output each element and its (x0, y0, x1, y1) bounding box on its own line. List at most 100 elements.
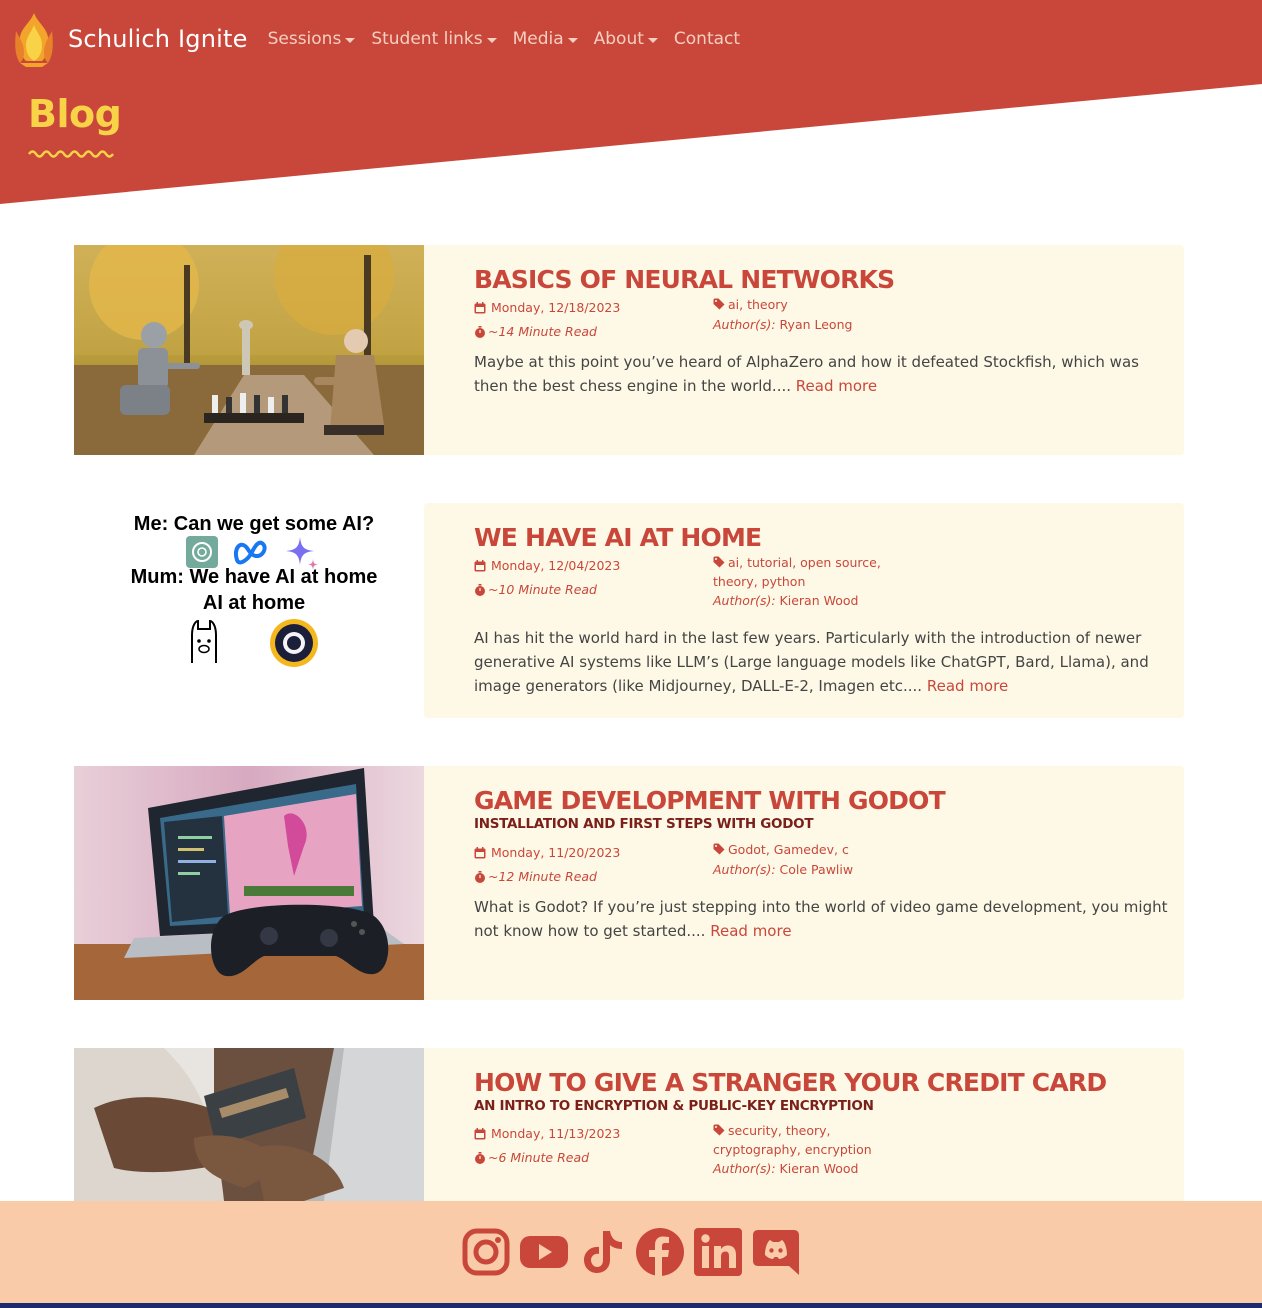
post-tags: Godot, Gamedev, c (713, 840, 913, 859)
post-content: Basics of Neural Networks Monday, 12/18/… (424, 245, 1184, 455)
post-date: Monday, 12/04/2023 (474, 558, 620, 573)
post-read-time: ~14 Minute Read (474, 324, 597, 339)
blog-post-card[interactable]: How to give a stranger your credit card … (74, 1048, 1184, 1201)
post-thumbnail[interactable] (74, 1048, 424, 1201)
post-tags-text[interactable]: Godot, Gamedev, c (728, 842, 849, 857)
post-author: Author(s): Ryan Leong (713, 317, 852, 332)
blog-post-card[interactable]: Basics of Neural Networks Monday, 12/18/… (74, 245, 1184, 455)
post-content: We have AI at home Monday, 12/04/2023 ~1… (424, 503, 1184, 718)
post-excerpt: What is Godot? If you’re just stepping i… (474, 895, 1174, 943)
read-more-link[interactable]: Read more (927, 677, 1008, 695)
blog-post-card[interactable]: Game Development with Godot Installation… (74, 766, 1184, 1000)
post-content: Game Development with Godot Installation… (424, 766, 1184, 1000)
post-excerpt-text: AI has hit the world hard in the last fe… (474, 629, 1149, 695)
nav-student-links-label: Student links (371, 29, 483, 49)
tag-icon (713, 843, 725, 855)
brand-name: Schulich Ignite (68, 25, 248, 53)
calendar-icon (474, 846, 486, 858)
author-label: Author(s): (713, 593, 776, 608)
meme-line-3: AI at home (202, 592, 306, 614)
author-label: Author(s): (713, 862, 776, 877)
nav-contact-link[interactable]: Contact (666, 29, 748, 49)
author-name[interactable]: Kieran Wood (780, 1161, 859, 1176)
caret-down-icon (345, 37, 356, 43)
nav-media-dropdown[interactable]: Media (505, 29, 586, 49)
post-subtitle: Installation and first steps with Godot (474, 816, 814, 832)
nav-sessions-dropdown[interactable]: Sessions (260, 29, 364, 49)
flame-logo-icon (15, 13, 53, 67)
tag-icon (713, 298, 725, 310)
post-date: Monday, 11/13/2023 (474, 1126, 620, 1141)
navbar: Schulich Ignite Sessions Student links M… (0, 0, 1262, 78)
brand-link[interactable]: Schulich Ignite (12, 11, 248, 67)
robot-chess-image (74, 245, 424, 455)
title-underline-squiggle (28, 150, 114, 158)
facebook-icon[interactable] (635, 1227, 685, 1277)
post-tags-text[interactable]: security, theory, cryptography, encrypti… (713, 1123, 872, 1157)
post-read-time: ~12 Minute Read (474, 869, 597, 884)
chatgpt-logo-icon (186, 536, 218, 568)
post-read-time-text: ~14 Minute Read (488, 324, 597, 339)
post-author: Author(s): Cole Pawliw (713, 862, 853, 877)
author-name[interactable]: Cole Pawliw (780, 862, 854, 877)
post-thumbnail[interactable]: Me: Can we get some AI? Mum: We have AI … (74, 503, 424, 718)
post-content: How to give a stranger your credit card … (424, 1048, 1184, 1201)
post-thumbnail[interactable] (74, 245, 424, 455)
post-date-text: Monday, 12/04/2023 (491, 558, 621, 573)
nav-student-links-dropdown[interactable]: Student links (363, 29, 504, 49)
post-read-time-text: ~6 Minute Read (488, 1150, 590, 1165)
post-tags: security, theory, cryptography, encrypti… (713, 1121, 913, 1159)
tag-icon (713, 1124, 725, 1136)
post-tags-text[interactable]: ai, tutorial, open source, theory, pytho… (713, 555, 881, 589)
calendar-icon (474, 559, 486, 571)
post-title[interactable]: Basics of Neural Networks (474, 265, 895, 294)
calendar-icon (474, 301, 486, 313)
post-date-text: Monday, 11/20/2023 (491, 845, 621, 860)
read-more-link[interactable]: Read more (796, 377, 877, 395)
nav-about-label: About (593, 29, 644, 49)
page-title: Blog (28, 92, 122, 136)
read-more-link[interactable]: Read more (710, 922, 791, 940)
stopwatch-icon (475, 1151, 485, 1164)
post-author: Author(s): Kieran Wood (713, 593, 858, 608)
discord-icon[interactable] (751, 1227, 801, 1277)
linkedin-icon[interactable] (693, 1227, 743, 1277)
nav-about-dropdown[interactable]: About (586, 29, 666, 49)
post-date: Monday, 12/18/2023 (474, 300, 620, 315)
footer (0, 1201, 1262, 1303)
stopwatch-icon (475, 583, 485, 596)
post-read-time: ~10 Minute Read (474, 582, 597, 597)
post-date-text: Monday, 12/18/2023 (491, 300, 621, 315)
post-tags: ai, tutorial, open source, theory, pytho… (713, 553, 913, 591)
post-tags-text[interactable]: ai, theory (728, 297, 788, 312)
social-links (461, 1227, 801, 1277)
author-label: Author(s): (713, 1161, 776, 1176)
post-tags: ai, theory (713, 295, 913, 314)
caret-down-icon (647, 37, 658, 43)
post-date: Monday, 11/20/2023 (474, 845, 620, 860)
meme-line-1: Me: Can we get some AI? (133, 513, 375, 535)
youtube-icon[interactable] (519, 1227, 569, 1277)
blog-post-card[interactable]: Me: Can we get some AI? Mum: We have AI … (74, 503, 1184, 718)
tiktok-icon[interactable] (577, 1227, 627, 1277)
meme-line-2: Mum: We have AI at home (130, 566, 378, 588)
nav-menu: Sessions Student links Media About Conta… (260, 29, 748, 49)
post-title[interactable]: Game Development with Godot (474, 786, 946, 815)
post-title[interactable]: We have AI at home (474, 523, 762, 552)
caret-down-icon (486, 37, 497, 43)
author-name[interactable]: Ryan Leong (780, 317, 853, 332)
post-title[interactable]: How to give a stranger your credit card (474, 1068, 1107, 1097)
caret-down-icon (567, 37, 578, 43)
post-read-time: ~6 Minute Read (474, 1150, 589, 1165)
post-excerpt: AI has hit the world hard in the last fe… (474, 626, 1174, 698)
calendar-icon (474, 1127, 486, 1139)
instagram-icon[interactable] (461, 1227, 511, 1277)
post-thumbnail[interactable] (74, 766, 424, 1000)
author-name[interactable]: Kieran Wood (780, 593, 859, 608)
laptop-controller-image (74, 766, 424, 1000)
stopwatch-icon (475, 870, 485, 883)
author-label: Author(s): (713, 317, 776, 332)
post-read-time-text: ~12 Minute Read (488, 869, 597, 884)
tag-icon (713, 556, 725, 568)
post-read-time-text: ~10 Minute Read (488, 582, 597, 597)
